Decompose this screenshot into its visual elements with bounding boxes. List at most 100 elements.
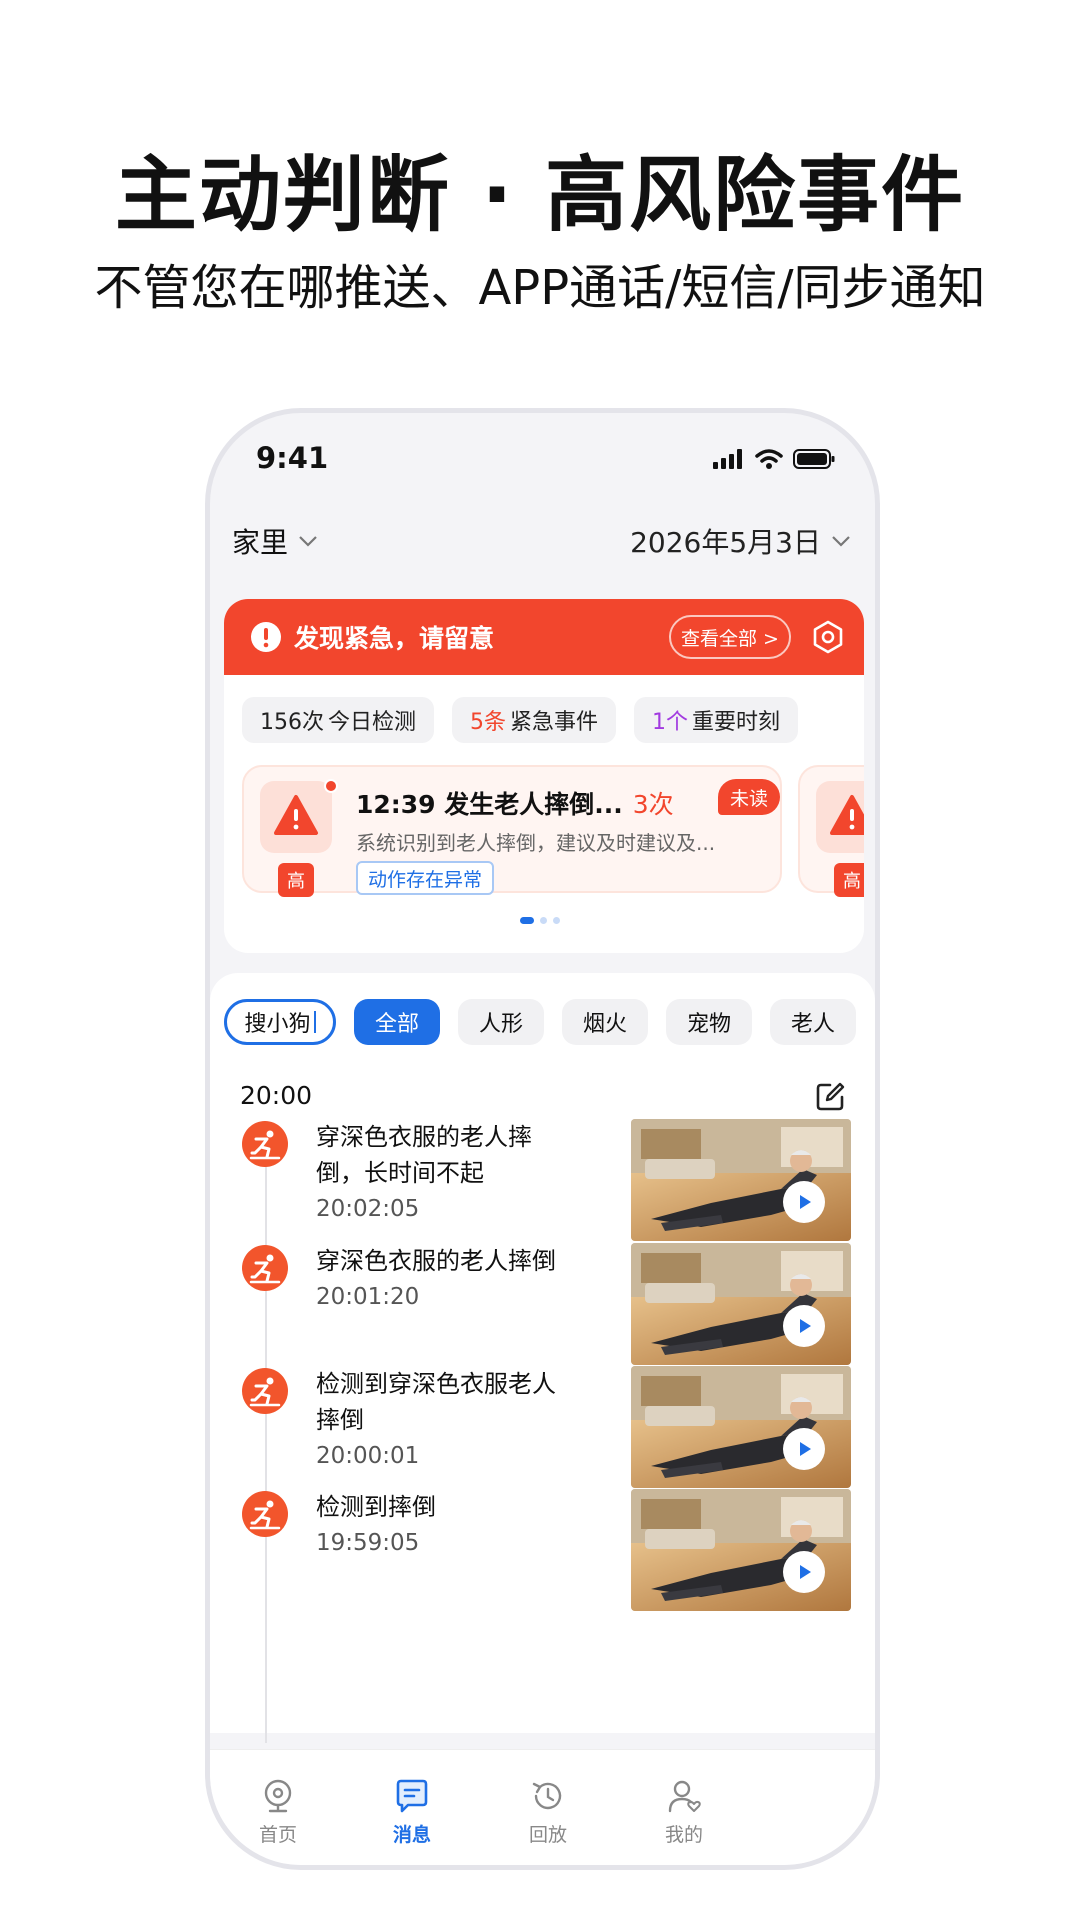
chevron-down-icon [299, 536, 317, 547]
event-row-title: 穿深色衣服的老人摔倒，长时间不起 [316, 1123, 532, 1187]
tab-home[interactable]: 首页 [228, 1778, 328, 1847]
event-row[interactable]: 穿深色衣服的老人摔倒 20:01:20 [210, 1243, 875, 1367]
stat-moments[interactable]: 1个 重要时刻 [634, 697, 799, 743]
filter-elderly[interactable]: 老人 [770, 999, 856, 1045]
stat-num: 156次 [260, 710, 324, 735]
edit-icon[interactable] [814, 1081, 846, 1113]
event-row-time: 20:00:01 [316, 1443, 420, 1469]
event-carousel: 高 12:39 发生老人摔倒... 3次 未读 系统识别到老人摔倒，建议及时建议及… [242, 765, 864, 897]
event-row-time: 20:01:20 [316, 1284, 420, 1310]
group-time: 20:00 [240, 1081, 313, 1110]
event-title: 12:39 发生老人摔倒... 3次 [356, 785, 674, 821]
battery-icon [793, 449, 835, 469]
falling-person-icon [249, 1500, 281, 1530]
tab-profile[interactable]: 我的 [634, 1778, 734, 1847]
phone-frame: 9:41 家里 2026年5月3日 发现紧急，请留意 查看全部 > 156次 今… [205, 408, 880, 1870]
tab-messages[interactable]: 消息 [362, 1778, 462, 1847]
warning-tile [816, 781, 864, 853]
location-selector[interactable]: 家里 [232, 521, 318, 561]
filter-all[interactable]: 全部 [354, 999, 440, 1045]
tab-label: 回放 [528, 1824, 567, 1846]
play-button[interactable] [783, 1181, 825, 1223]
history-icon [532, 1782, 562, 1810]
search-input[interactable]: 搜小狗 [224, 999, 336, 1045]
warning-triangle-icon [274, 795, 318, 835]
event-description: 系统识别到老人摔倒，建议及时建议及... [356, 831, 716, 855]
stat-label: 今日检测 [328, 710, 417, 735]
filter-fire[interactable]: 烟火 [562, 999, 648, 1045]
play-icon [800, 1442, 811, 1456]
search-text: 搜小狗 [244, 1012, 311, 1037]
stat-emergencies[interactable]: 5条 紧急事件 [452, 697, 617, 743]
carousel-dot [540, 917, 547, 924]
stat-label: 紧急事件 [510, 710, 599, 735]
event-row-time: 20:02:05 [316, 1196, 420, 1222]
elderly-fall-photo [631, 1119, 851, 1241]
video-thumbnail[interactable] [631, 1119, 851, 1241]
home-camera-icon [264, 1779, 292, 1813]
event-row[interactable]: 检测到穿深色衣服老人摔倒 20:00:01 [210, 1366, 875, 1490]
fall-alert-icon [242, 1121, 288, 1167]
event-row-time: 19:59:05 [316, 1530, 420, 1556]
stat-detections[interactable]: 156次 今日检测 [242, 697, 435, 743]
unread-dot [324, 779, 338, 793]
event-row-text: 穿深色衣服的老人摔倒，长时间不起 20:02:05 [316, 1119, 576, 1227]
stats-row: 156次 今日检测 5条 紧急事件 1个 重要时刻 [242, 697, 799, 743]
play-button[interactable] [783, 1551, 825, 1593]
alert-title: 发现紧急，请留意 [294, 624, 495, 653]
warning-tile [260, 781, 332, 853]
event-row-text: 检测到穿深色衣服老人摔倒 20:00:01 [316, 1366, 576, 1474]
fall-alert-icon [242, 1491, 288, 1537]
tab-label: 我的 [664, 1824, 703, 1846]
video-thumbnail[interactable] [631, 1489, 851, 1611]
event-tag: 动作存在异常 [356, 861, 495, 895]
carousel-dots [520, 917, 560, 924]
event-row-text: 穿深色衣服的老人摔倒 20:01:20 [316, 1243, 576, 1315]
elderly-fall-photo [631, 1243, 851, 1365]
elderly-fall-photo [631, 1366, 851, 1488]
date-selector[interactable]: 2026年5月3日 [630, 521, 851, 561]
tab-label: 消息 [392, 1824, 431, 1846]
falling-person-icon [249, 1254, 281, 1284]
warning-triangle-icon [830, 795, 864, 835]
video-thumbnail[interactable] [631, 1243, 851, 1365]
play-button[interactable] [783, 1428, 825, 1470]
status-icons [713, 449, 835, 469]
level-badge: 高 [834, 863, 864, 897]
event-row[interactable]: 检测到摔倒 19:59:05 [210, 1489, 875, 1613]
filter-pet[interactable]: 宠物 [666, 999, 752, 1045]
location-label: 家里 [232, 526, 289, 559]
event-title-text: 12:39 发生老人摔倒... [356, 790, 623, 819]
event-row[interactable]: 穿深色衣服的老人摔倒，长时间不起 20:02:05 [210, 1119, 875, 1243]
signal-icon [713, 449, 742, 469]
play-button[interactable] [783, 1305, 825, 1347]
elderly-fall-photo [631, 1489, 851, 1611]
exclamation-icon [251, 622, 281, 652]
event-count: 3次 [632, 790, 674, 819]
event-card-next[interactable]: 高 [798, 765, 864, 897]
chevron-down-icon [832, 536, 850, 547]
status-bar: 9:41 [210, 413, 875, 493]
filter-person[interactable]: 人形 [458, 999, 544, 1045]
fall-alert-icon [242, 1368, 288, 1414]
view-all-button[interactable]: 查看全部 > [669, 615, 791, 659]
play-icon [800, 1565, 811, 1579]
video-thumbnail[interactable] [631, 1366, 851, 1488]
headline: 主动判断 · 高风险事件 [114, 148, 966, 243]
tab-playback[interactable]: 回放 [498, 1778, 598, 1847]
event-row-title: 检测到穿深色衣服老人摔倒 [316, 1370, 556, 1434]
event-row-text: 检测到摔倒 19:59:05 [316, 1489, 576, 1561]
falling-person-icon [249, 1377, 281, 1407]
level-badge: 高 [278, 863, 314, 897]
play-icon [800, 1195, 811, 1209]
subline: 不管您在哪推送、APP通话/短信/同步通知 [94, 260, 986, 316]
carousel-dot [553, 917, 560, 924]
unread-badge: 未读 [718, 779, 780, 815]
alert-header: 发现紧急，请留意 查看全部 > [224, 599, 864, 675]
message-icon [396, 1779, 428, 1813]
wifi-icon [755, 449, 783, 469]
event-card[interactable]: 高 12:39 发生老人摔倒... 3次 未读 系统识别到老人摔倒，建议及时建议及… [242, 765, 782, 897]
tab-bar: 首页 消息 回放 我的 [210, 1749, 875, 1865]
settings-icon[interactable] [810, 619, 846, 655]
text-cursor [313, 1011, 316, 1033]
